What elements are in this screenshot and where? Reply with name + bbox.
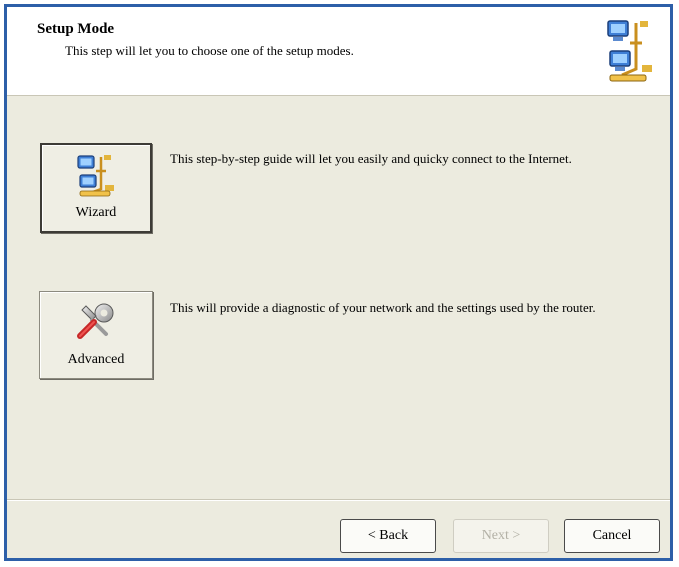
wizard-description: This step-by-step guide will let you eas… bbox=[170, 151, 572, 166]
page-subtitle: This step will let you to choose one of … bbox=[65, 43, 354, 58]
next-button[interactable]: Next > bbox=[453, 519, 549, 553]
network-computer-icon bbox=[607, 20, 652, 82]
tools-wrench-icon bbox=[77, 303, 114, 339]
advanced-button-label: Advanced bbox=[67, 352, 125, 367]
advanced-button[interactable]: Advanced bbox=[39, 291, 153, 379]
page-title: Setup Mode bbox=[37, 21, 115, 37]
cancel-button[interactable]: Cancel bbox=[564, 519, 660, 553]
network-computer-icon bbox=[77, 155, 114, 197]
back-button[interactable]: < Back bbox=[340, 519, 436, 553]
wizard-button[interactable]: Wizard bbox=[40, 143, 152, 233]
footer-divider bbox=[7, 499, 670, 501]
dialog-header: Setup Mode This step will let you to cho… bbox=[7, 7, 670, 96]
setup-mode-dialog: Setup Mode This step will let you to cho… bbox=[4, 4, 673, 561]
advanced-description: This will provide a diagnostic of your n… bbox=[170, 300, 596, 315]
wizard-button-label: Wizard bbox=[75, 205, 117, 220]
